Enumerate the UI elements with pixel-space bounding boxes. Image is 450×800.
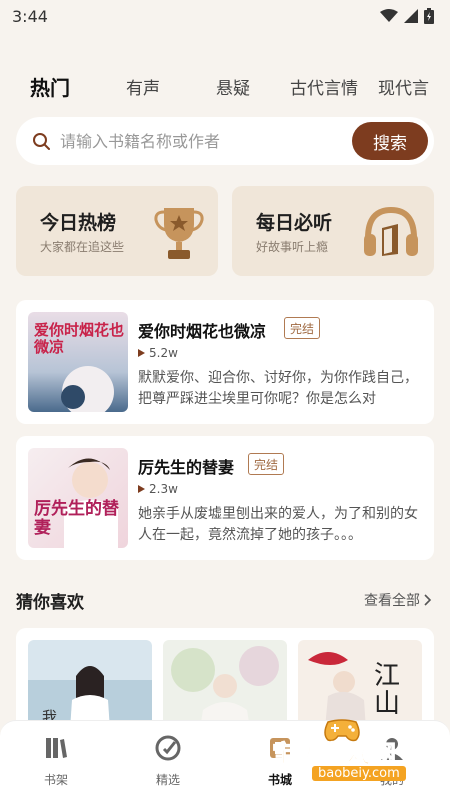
battery-icon: [424, 8, 434, 24]
tab-ancient-romance[interactable]: 古代言情: [290, 74, 358, 99]
bookshelf-icon: [46, 738, 67, 758]
book-description: 默默爱你、迎合你、讨好你，为你作践自己，把尊严踩进尘埃里可你呢？你是怎么对: [138, 370, 418, 407]
daily-listen-card[interactable]: 每日必听 好故事听上瘾: [232, 186, 434, 276]
watermark: 宝贝游戏网 baobeiy.com: [270, 712, 450, 800]
nav-label: 精选: [155, 773, 180, 787]
feature-title: 每日必听: [256, 212, 333, 234]
status-bar: 3:44: [0, 0, 450, 32]
feature-subtitle: 大家都在追这些: [40, 240, 125, 254]
book-cover: 爱你时烟花也微凉: [28, 312, 128, 412]
play-count: 5.2w: [138, 346, 178, 360]
nav-label: 书架: [43, 773, 68, 787]
feature-subtitle: 好故事听上瘾: [256, 240, 329, 254]
book-title: 厉先生的替妻: [138, 458, 235, 477]
play-count-value: 5.2w: [149, 346, 178, 360]
cover-title-text: 爱你时烟花也微凉: [34, 321, 125, 356]
search-button[interactable]: 搜索: [352, 122, 428, 160]
nav-bookshelf[interactable]: 书架: [16, 735, 96, 788]
wifi-icon: [380, 9, 398, 22]
see-all-link[interactable]: 查看全部: [364, 590, 432, 610]
tab-audio[interactable]: 有声: [126, 74, 160, 99]
play-icon: [138, 349, 145, 357]
nav-featured[interactable]: 精选: [128, 735, 208, 788]
category-tabs: 热门 有声 悬疑 古代言情 现代言: [0, 66, 450, 106]
section-title: 猜你喜欢: [16, 593, 84, 613]
chevron-right-icon: [424, 594, 432, 606]
watermark-text: 宝贝游戏网: [272, 740, 397, 769]
book-card[interactable]: 厉先生的替妻 厉先生的替妻 完结 2.3w 她亲手从废墟里刨出来的爱人，为了和别…: [16, 436, 434, 560]
book-cover: 厉先生的替妻: [28, 448, 128, 548]
cover-title-text: 厉先生的替妻: [34, 499, 119, 538]
play-count-value: 2.3w: [149, 482, 178, 496]
play-count: 2.3w: [138, 482, 178, 496]
cover-text: 江山: [374, 661, 401, 719]
featured-icon: [155, 735, 181, 761]
search-icon: [33, 133, 50, 150]
signal-icon: [404, 9, 418, 23]
tab-suspense[interactable]: 悬疑: [216, 74, 250, 99]
see-all-label: 查看全部: [364, 593, 420, 609]
headphones-icon: [364, 206, 418, 256]
book-card[interactable]: 爱你时烟花也微凉 爱你时烟花也微凉 完结 5.2w 默默爱你、迎合你、讨好你，为…: [16, 300, 434, 424]
status-icons: [380, 8, 434, 24]
book-title: 爱你时烟花也微凉: [138, 322, 267, 341]
book-description: 她亲手从废墟里刨出来的爱人，为了和别的女人在一起，竟然流掉了她的孩子。。。: [138, 506, 418, 543]
daily-hot-card[interactable]: 今日热榜 大家都在追这些: [16, 186, 218, 276]
watermark-url: baobeiy.com: [312, 766, 406, 781]
search-input[interactable]: [60, 131, 330, 151]
tab-modern-romance[interactable]: 现代言: [378, 74, 429, 99]
feature-title: 今日热榜: [40, 212, 117, 234]
trophy-icon: [154, 208, 204, 259]
play-icon: [138, 485, 145, 493]
status-badge: 完结: [284, 317, 321, 339]
status-time: 3:44: [12, 6, 48, 26]
search-bar: 搜索: [16, 117, 434, 165]
status-badge: 完结: [248, 453, 285, 475]
tab-hot[interactable]: 热门: [30, 72, 70, 101]
